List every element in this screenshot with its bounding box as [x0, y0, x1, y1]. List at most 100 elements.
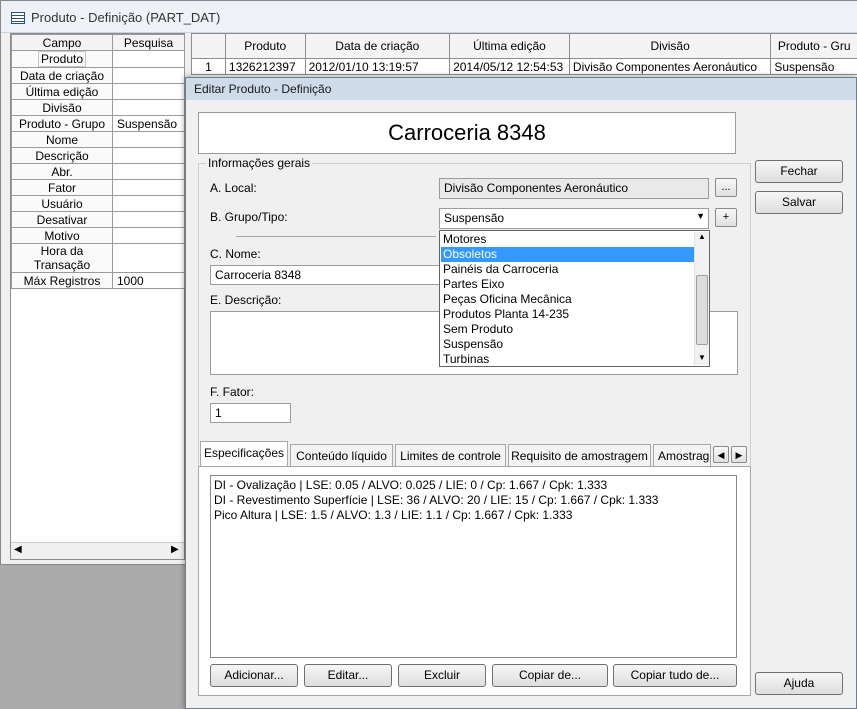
table-row[interactable]: 1 1326212397 2012/01/10 13:19:57 2014/05… [191, 58, 857, 75]
dropdown-option[interactable]: Sem Produto [441, 322, 694, 337]
field-grid-hscrollbar[interactable]: ◀ ▶ [11, 542, 184, 559]
scroll-left-icon[interactable]: ◀ [14, 544, 22, 555]
add-group-button[interactable]: + [715, 208, 737, 227]
cell-produto-grupo[interactable]: Suspensão [770, 58, 857, 75]
dropdown-option[interactable]: Motores [441, 232, 694, 247]
tab-limites-controle[interactable]: Limites de controle [395, 444, 506, 466]
copy-all-from-button[interactable]: Copiar tudo de... [613, 664, 737, 687]
add-spec-button[interactable]: Adicionar... [210, 664, 298, 687]
field-row[interactable]: Produto [11, 50, 185, 68]
field-row[interactable]: Motivo [11, 227, 185, 244]
field-search-value[interactable] [112, 83, 185, 100]
main-titlebar: Produto - Definição (PART_DAT) [1, 1, 857, 33]
cell-produto[interactable]: 1326212397 [224, 58, 306, 75]
list-item[interactable]: DI - Revestimento Superfície | LSE: 36 /… [214, 493, 658, 507]
local-label: A. Local: [210, 181, 257, 195]
cell-ultima-edicao[interactable]: 2014/05/12 12:54:53 [449, 58, 570, 75]
scroll-up-icon[interactable]: ▲ [698, 232, 706, 241]
dropdown-scrollbar[interactable]: ▲ ▼ [694, 232, 709, 365]
tab-scroll-left-icon[interactable]: ◀ [713, 446, 729, 463]
help-button[interactable]: Ajuda [755, 672, 843, 695]
edit-product-dialog: Editar Produto - Definição Carroceria 83… [185, 77, 857, 709]
field-name: Produto - Grupo [11, 115, 113, 132]
tab-conteudo-liquido[interactable]: Conteúdo líquido [290, 444, 393, 466]
dropdown-option-selected[interactable]: Obsoletos [441, 247, 694, 262]
group-select[interactable]: Suspensão ▼ [439, 208, 709, 229]
field-row[interactable]: Desativar [11, 211, 185, 228]
field-search-value[interactable] [112, 99, 185, 116]
field-name: Desativar [11, 211, 113, 228]
dropdown-option[interactable]: Turbinas [441, 352, 694, 367]
field-row[interactable]: Hora da Transação [11, 243, 185, 273]
column-header-produto-grupo[interactable]: Produto - Gru [770, 33, 857, 59]
copy-from-button[interactable]: Copiar de... [492, 664, 608, 687]
list-item[interactable]: Pico Altura | LSE: 1.5 / ALVO: 1.3 / LIE… [214, 508, 572, 522]
field-name: Máx Registros [11, 272, 113, 289]
field-search-value[interactable] [112, 243, 185, 273]
dropdown-option[interactable]: Peças Oficina Mecânica [441, 292, 694, 307]
row-number: 1 [191, 58, 226, 75]
field-row[interactable]: Abr. [11, 163, 185, 180]
field-row[interactable]: Descrição [11, 147, 185, 164]
field-search-value[interactable] [112, 67, 185, 84]
dropdown-option[interactable]: Painéis da Carroceria [441, 262, 694, 277]
field-search-value[interactable]: Suspensão [112, 115, 185, 132]
field-name: Usuário [11, 195, 113, 212]
field-search-value[interactable] [112, 163, 185, 180]
local-field[interactable]: Divisão Componentes Aeronáutico [439, 178, 709, 199]
scrollbar-thumb[interactable] [696, 275, 708, 345]
column-header-campo[interactable]: Campo [11, 34, 113, 51]
field-search-value[interactable] [112, 179, 185, 196]
field-name: Fator [11, 179, 113, 196]
factor-field[interactable]: 1 [210, 403, 291, 423]
field-search-value[interactable]: 1000 [112, 272, 185, 289]
field-row[interactable]: Produto - Grupo Suspensão [11, 115, 185, 132]
field-search-value[interactable] [112, 50, 185, 68]
field-name: Última edição [11, 83, 113, 100]
edit-spec-button[interactable]: Editar... [304, 664, 392, 687]
group-dropdown-list[interactable]: Motores Obsoletos Painéis da Carroceria … [439, 230, 710, 367]
specifications-list[interactable]: DI - Ovalização | LSE: 0.05 / ALVO: 0.02… [210, 475, 737, 658]
field-search-value[interactable] [112, 227, 185, 244]
column-header-ultima-edicao[interactable]: Última edição [449, 33, 570, 59]
name-label: C. Nome: [210, 247, 261, 261]
name-field[interactable]: Carroceria 8348 [210, 265, 455, 285]
browse-local-button[interactable]: ... [715, 178, 737, 197]
tab-scroll-right-icon[interactable]: ▶ [731, 446, 747, 463]
field-search-value[interactable] [112, 195, 185, 212]
save-button[interactable]: Salvar [755, 191, 843, 214]
column-header-pesquisa[interactable]: Pesquisa [112, 34, 185, 51]
close-button[interactable]: Fechar [755, 160, 843, 183]
field-row[interactable]: Divisão [11, 99, 185, 116]
field-row[interactable]: Nome [11, 131, 185, 148]
scroll-down-icon[interactable]: ▼ [698, 353, 706, 362]
group-select-value: Suspensão [444, 211, 505, 225]
field-search-value[interactable] [112, 211, 185, 228]
column-header-produto[interactable]: Produto [224, 33, 306, 59]
field-row[interactable]: Fator [11, 179, 185, 196]
field-name: Nome [11, 131, 113, 148]
field-row[interactable]: Última edição [11, 83, 185, 100]
cell-divisao[interactable]: Divisão Componentes Aeronáutico [568, 58, 772, 75]
field-search-value[interactable] [112, 147, 185, 164]
scroll-right-icon[interactable]: ▶ [171, 544, 179, 555]
field-search-value[interactable] [112, 131, 185, 148]
field-row[interactable]: Data de criação [11, 67, 185, 84]
tab-requisito-amostragem[interactable]: Requisito de amostragem [508, 444, 651, 466]
dropdown-option[interactable]: Produtos Planta 14-235 [441, 307, 694, 322]
cell-data-criacao[interactable]: 2012/01/10 13:19:57 [304, 58, 451, 75]
dropdown-option[interactable]: Suspensão [441, 337, 694, 352]
field-row[interactable]: Máx Registros 1000 [11, 272, 185, 289]
delete-spec-button[interactable]: Excluir [398, 664, 486, 687]
column-header-divisao[interactable]: Divisão [568, 33, 772, 59]
field-row[interactable]: Usuário [11, 195, 185, 212]
dropdown-option[interactable]: Partes Eixo [441, 277, 694, 292]
description-label: E. Descrição: [210, 293, 282, 307]
tab-especificacoes[interactable]: Especificações [200, 441, 288, 467]
dialog-titlebar[interactable]: Editar Produto - Definição [186, 78, 856, 100]
list-item[interactable]: DI - Ovalização | LSE: 0.05 / ALVO: 0.02… [214, 478, 607, 492]
tab-amostragem[interactable]: Amostrag [653, 444, 711, 466]
field-name: Hora da Transação [11, 243, 113, 273]
column-header-data-criacao[interactable]: Data de criação [304, 33, 451, 59]
chevron-down-icon[interactable]: ▼ [696, 211, 705, 221]
